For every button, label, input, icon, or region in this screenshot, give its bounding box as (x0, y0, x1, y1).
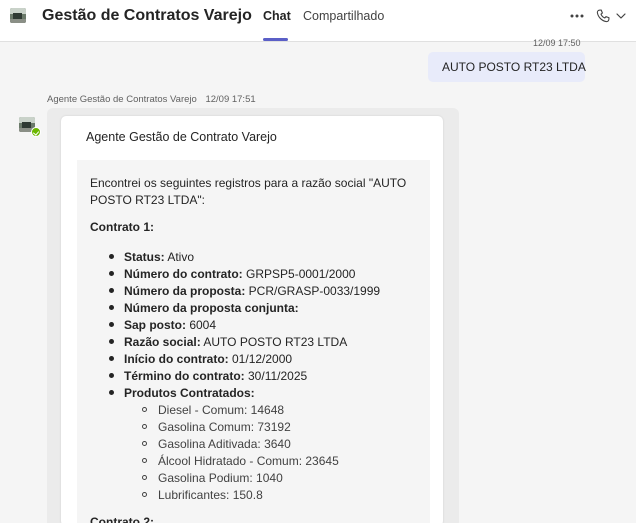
more-icon[interactable] (569, 8, 585, 24)
field-contract-end: Término do contrato: 30/11/2025 (124, 369, 308, 383)
list-bullet (109, 305, 114, 310)
product-item: Diesel - Comum: 14648 (158, 403, 285, 417)
chat-avatar[interactable] (10, 8, 26, 23)
card-title: Agente Gestão de Contrato Varejo (86, 130, 277, 144)
list-bullet (109, 271, 114, 276)
field-contract-number: Número do contrato: GRPSP5-0001/2000 (124, 267, 356, 281)
sent-message-bubble[interactable]: AUTO POSTO RT23 LTDA (428, 52, 586, 82)
list-bullet (109, 390, 114, 395)
bot-sender-line: Agente Gestão de Contratos Varejo 12/09 … (47, 94, 256, 105)
sub-list-bullet (142, 492, 147, 497)
active-tab-indicator (263, 38, 288, 41)
list-bullet (109, 339, 114, 344)
bot-sender-name: Agente Gestão de Contratos Varejo (47, 94, 197, 105)
product-item: Gasolina Comum: 73192 (158, 420, 291, 434)
card-intro-text: Encontrei os seguintes registros para a … (90, 176, 407, 207)
field-contracted-products: Produtos Contratados: (124, 386, 255, 400)
list-bullet (109, 373, 114, 378)
chat-title: Gestão de Contratos Varejo (42, 7, 252, 24)
field-proposal-number: Número da proposta: PCR/GRASP-0033/1999 (124, 284, 381, 298)
bot-message-timestamp: 12/09 17:51 (205, 94, 256, 105)
chevron-down-icon[interactable] (615, 8, 627, 24)
field-sap-posto: Sap posto: 6004 (124, 318, 217, 332)
sub-list-bullet (142, 475, 147, 480)
contract-1-heading: Contrato 1: (90, 220, 154, 234)
contract-2-heading: Contrato 2: (90, 515, 154, 523)
field-contract-start: Início do contrato: 01/12/2000 (124, 352, 293, 366)
call-icon[interactable] (595, 8, 611, 24)
list-bullet (109, 254, 114, 259)
message-timestamp: 12/09 17:50 (533, 38, 581, 48)
product-item: Lubrificantes: 150.8 (158, 488, 263, 502)
list-bullet (109, 356, 114, 361)
list-bullet (109, 288, 114, 293)
field-joint-proposal-number: Número da proposta conjunta: (124, 301, 299, 315)
sub-list-bullet (142, 441, 147, 446)
available-status-icon (31, 127, 41, 137)
field-company-name: Razão social: AUTO POSTO RT23 LTDA (124, 335, 348, 349)
list-bullet (109, 322, 114, 327)
sub-list-bullet (142, 424, 147, 429)
chat-header: Gestão de Contratos Varejo Chat Comparti… (0, 0, 636, 42)
product-item: Gasolina Podium: 1040 (158, 471, 283, 485)
field-status: Status: Ativo (124, 250, 195, 264)
product-item: Gasolina Aditivada: 3640 (158, 437, 291, 451)
product-item: Álcool Hidratado - Comum: 23645 (158, 454, 339, 468)
sub-list-bullet (142, 407, 147, 412)
sub-list-bullet (142, 458, 147, 463)
tab-shared[interactable]: Compartilhado (303, 9, 384, 23)
tab-chat[interactable]: Chat (263, 9, 291, 23)
